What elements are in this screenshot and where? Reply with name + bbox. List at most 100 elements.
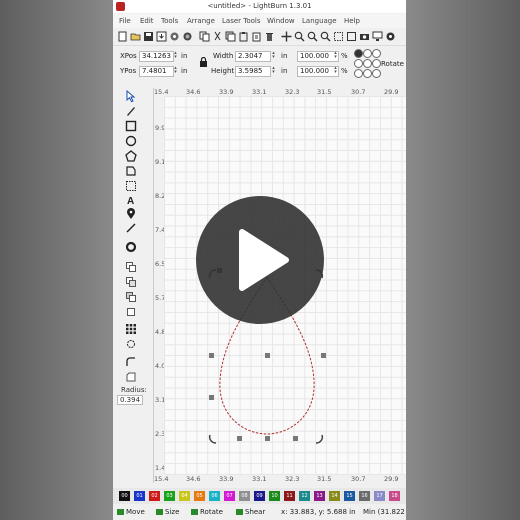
monitor-icon[interactable]: [372, 31, 383, 42]
import-icon[interactable]: [156, 31, 167, 42]
palette-color-08[interactable]: 08: [239, 491, 250, 501]
boolean-union-icon[interactable]: [125, 291, 137, 303]
xpos-input[interactable]: 34.1263: [139, 51, 174, 62]
move-pan-icon[interactable]: [281, 31, 292, 42]
menu-tools[interactable]: Tools: [161, 17, 178, 25]
palette-color-04[interactable]: 04: [179, 491, 190, 501]
status-shear[interactable]: Shear: [236, 508, 265, 516]
edit-nodes-pen-icon[interactable]: [125, 105, 137, 117]
cut-icon[interactable]: [212, 31, 223, 42]
duplicate-icon[interactable]: [225, 31, 236, 42]
anchor-middle-left[interactable]: [354, 59, 363, 68]
palette-color-00[interactable]: 00: [119, 491, 130, 501]
paste-icon[interactable]: [238, 31, 249, 42]
circle-outline-icon[interactable]: [125, 241, 137, 253]
width-spinner[interactable]: ▴ ▾: [271, 51, 276, 60]
palette-color-02[interactable]: 02: [149, 491, 160, 501]
palette-color-16[interactable]: 16: [359, 491, 370, 501]
palette-color-10[interactable]: 10: [269, 491, 280, 501]
palette-color-09[interactable]: 09: [254, 491, 265, 501]
device-icon[interactable]: [182, 31, 193, 42]
selection-handle[interactable]: [321, 353, 326, 358]
anchor-bottom-left[interactable]: [354, 69, 363, 78]
settings-gear-icon[interactable]: [169, 31, 180, 42]
boolean-intersect-icon[interactable]: [125, 306, 137, 318]
width-input[interactable]: 2.3047: [235, 51, 271, 62]
palette-color-13[interactable]: 13: [314, 491, 325, 501]
menu-laser-tools[interactable]: Laser Tools: [222, 17, 261, 25]
palette-color-15[interactable]: 15: [344, 491, 355, 501]
copy-icon[interactable]: [199, 31, 210, 42]
delete-trash-icon[interactable]: [264, 31, 275, 42]
paste-in-place-icon[interactable]: [251, 31, 262, 42]
play-video-button[interactable]: [196, 196, 324, 324]
select-arrow-icon[interactable]: [125, 90, 137, 102]
height-input[interactable]: 3.5985: [235, 66, 271, 77]
new-file-icon[interactable]: [117, 31, 128, 42]
rectangle-tool-icon[interactable]: [125, 120, 137, 132]
ungroup-icon[interactable]: [125, 276, 137, 288]
anchor-top-right[interactable]: [372, 49, 381, 58]
rotate-arrow-icon[interactable]: [208, 434, 217, 444]
zoom-out-icon[interactable]: [307, 31, 318, 42]
open-folder-icon[interactable]: [130, 31, 141, 42]
anchor-bottom-right[interactable]: [372, 69, 381, 78]
anchor-top-center[interactable]: [363, 49, 372, 58]
camera-icon[interactable]: [359, 31, 370, 42]
menu-language[interactable]: Language: [302, 17, 337, 25]
status-move[interactable]: Move: [117, 508, 145, 516]
status-rotate[interactable]: Rotate: [191, 508, 223, 516]
palette-color-11[interactable]: 11: [284, 491, 295, 501]
rotate-arrow-icon[interactable]: [315, 434, 324, 444]
scale-width-spinner[interactable]: ▴ ▾: [333, 51, 338, 60]
height-spinner[interactable]: ▴ ▾: [271, 66, 276, 75]
anchor-top-left[interactable]: [354, 49, 363, 58]
lock-aspect-icon[interactable]: [199, 57, 208, 67]
palette-color-17[interactable]: 17: [374, 491, 385, 501]
selection-handle[interactable]: [265, 436, 270, 441]
group-icon[interactable]: [125, 261, 137, 273]
palette-color-07[interactable]: 07: [224, 491, 235, 501]
palette-color-05[interactable]: 05: [194, 491, 205, 501]
selection-handle[interactable]: [209, 395, 214, 400]
frame-select-icon[interactable]: [333, 31, 344, 42]
chamfer-icon[interactable]: [125, 371, 137, 383]
xpos-spinner[interactable]: ▴ ▾: [173, 51, 178, 60]
draw-lines-icon[interactable]: [125, 165, 137, 177]
ellipse-tool-icon[interactable]: [125, 135, 137, 147]
status-size[interactable]: Size: [156, 508, 179, 516]
offset-icon[interactable]: [125, 180, 137, 192]
selection-handle[interactable]: [293, 436, 298, 441]
zoom-in-icon[interactable]: [294, 31, 305, 42]
zoom-fit-icon[interactable]: [320, 31, 331, 42]
anchor-middle-center[interactable]: [363, 59, 372, 68]
save-icon[interactable]: [143, 31, 154, 42]
palette-color-18[interactable]: 18: [389, 491, 400, 501]
selection-handle[interactable]: [237, 436, 242, 441]
menu-file[interactable]: File: [119, 17, 131, 25]
palette-color-14[interactable]: 14: [329, 491, 340, 501]
array-grid-icon[interactable]: [125, 323, 137, 335]
circular-array-icon[interactable]: [125, 338, 137, 350]
palette-color-01[interactable]: 01: [134, 491, 145, 501]
palette-color-06[interactable]: 06: [209, 491, 220, 501]
frame-icon[interactable]: [346, 31, 357, 42]
menu-help[interactable]: Help: [344, 17, 360, 25]
anchor-middle-right[interactable]: [372, 59, 381, 68]
position-laser-pin-icon[interactable]: [125, 208, 137, 220]
menu-window[interactable]: Window: [267, 17, 295, 25]
radius-input[interactable]: 0.394: [117, 395, 144, 405]
selection-handle[interactable]: [209, 353, 214, 358]
selection-handle[interactable]: [265, 353, 270, 358]
polygon-tool-icon[interactable]: [125, 150, 137, 162]
measure-tool-icon[interactable]: [125, 222, 137, 234]
anchor-bottom-center[interactable]: [363, 69, 372, 78]
settings-icon[interactable]: [385, 31, 396, 42]
palette-color-12[interactable]: 12: [299, 491, 310, 501]
menu-edit[interactable]: Edit: [140, 17, 154, 25]
ypos-input[interactable]: 7.4801: [139, 66, 174, 77]
scale-height-spinner[interactable]: ▴ ▾: [333, 66, 338, 75]
corner-radius-icon[interactable]: [125, 356, 137, 368]
text-tool-icon[interactable]: A: [125, 194, 137, 206]
ypos-spinner[interactable]: ▴ ▾: [173, 66, 178, 75]
